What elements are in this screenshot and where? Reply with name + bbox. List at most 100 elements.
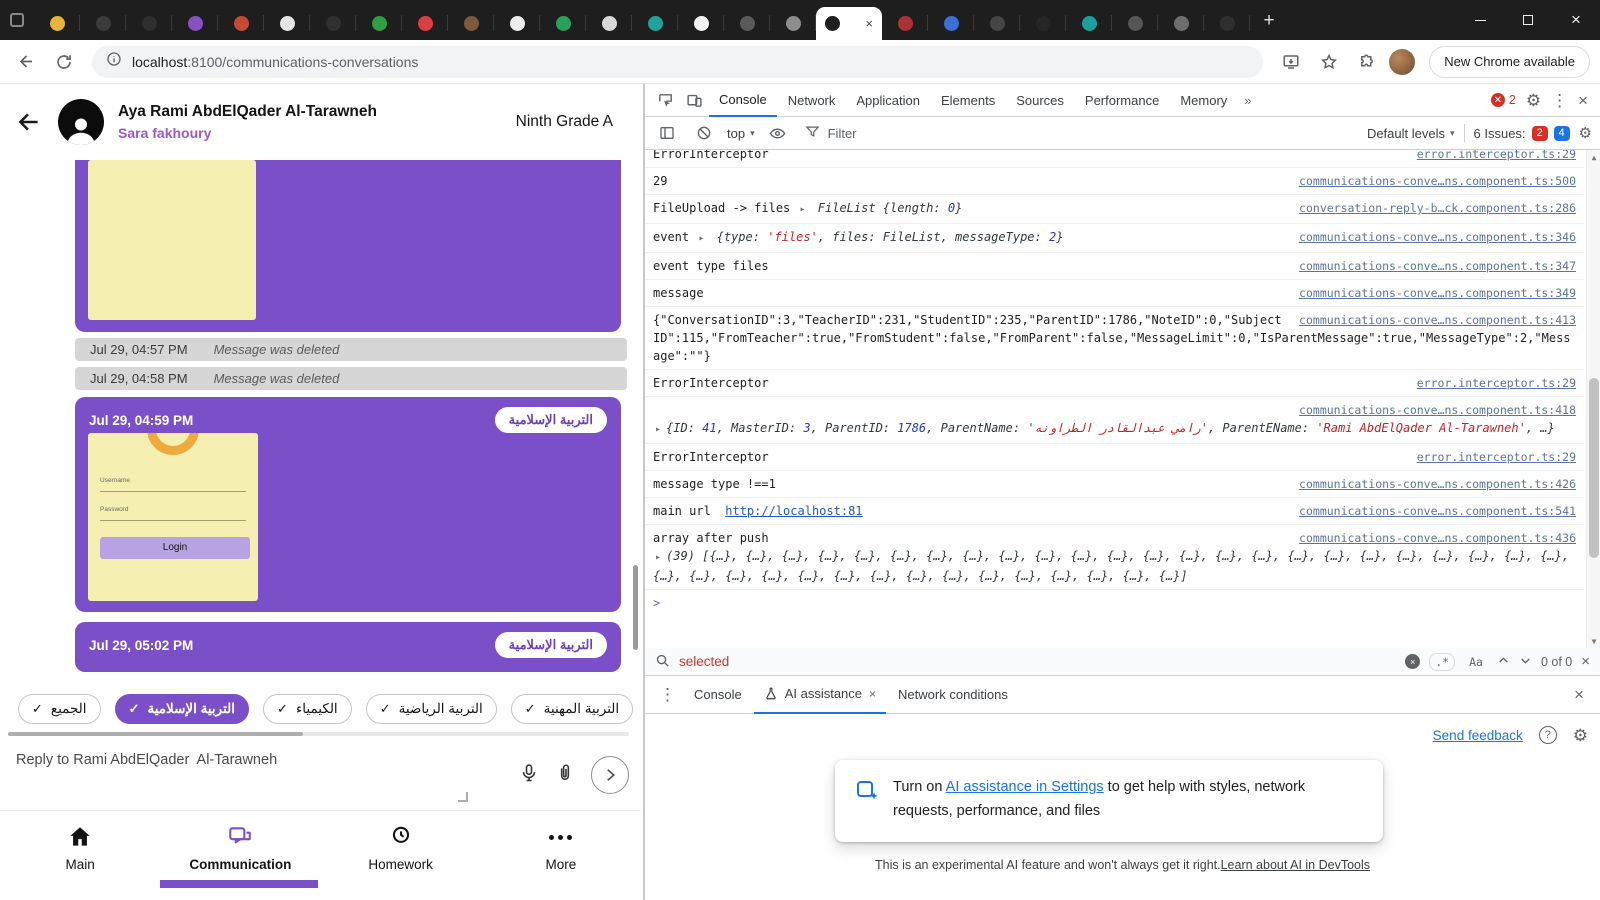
expand-triangle-icon[interactable]: ▸	[655, 552, 661, 563]
chrome-update-pill[interactable]: New Chrome available	[1429, 46, 1590, 78]
issues-counter[interactable]: 6 Issues: 2 4	[1474, 126, 1570, 141]
source-link[interactable]: communications-conve…ns.component.ts:349	[1299, 284, 1576, 302]
inspect-element-icon[interactable]	[651, 86, 679, 114]
browser-tab[interactable]	[1020, 7, 1066, 40]
close-drawer-icon[interactable]: ×	[1574, 686, 1592, 703]
drawer-menu-icon[interactable]: ⋮	[653, 686, 682, 703]
chip-islamic-education[interactable]: ✓ التربية الإسلامية	[115, 694, 249, 724]
browser-tab[interactable]	[356, 7, 402, 40]
back-arrow-icon[interactable]	[14, 107, 44, 137]
chips-scrollbar[interactable]	[8, 728, 633, 738]
close-window-button[interactable]: ×	[1552, 0, 1600, 40]
source-link[interactable]: communications-conve…ns.component.ts:426	[1299, 475, 1576, 493]
tab-network[interactable]: Network	[778, 84, 846, 117]
message-bubble[interactable]: Jul 29, 04:59 PM التربية الإسلامية Usern…	[75, 397, 621, 612]
context-selector[interactable]: top ▾	[727, 126, 755, 141]
live-expression-eye-icon[interactable]	[764, 119, 792, 147]
browser-tab[interactable]	[402, 7, 448, 40]
message-bubble[interactable]	[75, 160, 621, 332]
browser-tab[interactable]	[586, 7, 632, 40]
chat-scrollbar[interactable]	[633, 565, 638, 650]
browser-tab[interactable]	[540, 7, 586, 40]
source-link[interactable]: communications-conve…ns.component.ts:541	[1299, 502, 1576, 520]
install-icon[interactable]	[1275, 46, 1307, 78]
source-link[interactable]: communications-conve…ns.component.ts:500	[1299, 172, 1576, 190]
browser-tab[interactable]	[126, 7, 172, 40]
browser-tab[interactable]	[218, 7, 264, 40]
chip-vocational-education[interactable]: ✓ التربية المهنية	[511, 694, 633, 724]
resize-grip[interactable]	[458, 792, 468, 802]
browser-tab[interactable]	[928, 7, 974, 40]
nav-main[interactable]: Main	[0, 811, 160, 898]
teacher-name[interactable]: Sara fakhoury	[118, 125, 377, 141]
browser-tab[interactable]	[724, 7, 770, 40]
source-link[interactable]: communications-conve…ns.component.ts:436	[1299, 529, 1576, 547]
send-button[interactable]	[591, 756, 629, 794]
devtools-menu-icon[interactable]: ⋮	[1551, 92, 1568, 109]
back-icon[interactable]	[10, 46, 42, 78]
tab-memory[interactable]: Memory	[1170, 84, 1237, 117]
send-feedback-link[interactable]: Send feedback	[1433, 728, 1523, 743]
source-link[interactable]: communications-conve…ns.component.ts:418	[1299, 403, 1576, 417]
drawer-tab-network-conditions[interactable]: Network conditions	[888, 676, 1018, 714]
mic-icon[interactable]	[519, 762, 539, 789]
console-sidebar-icon[interactable]	[653, 119, 681, 147]
browser-tab[interactable]	[80, 7, 126, 40]
devtools-settings-icon[interactable]: ⚙	[1526, 92, 1541, 109]
previous-match-icon[interactable]	[1497, 654, 1510, 670]
error-count-badge[interactable]: ✕ 2	[1491, 93, 1516, 107]
maximize-button[interactable]	[1504, 0, 1552, 40]
console-prompt[interactable]: >	[645, 590, 1584, 616]
browser-tab[interactable]	[34, 7, 80, 40]
message-bubble[interactable]: Jul 29, 05:02 PM التربية الإسلامية	[75, 622, 621, 672]
devtools-close-icon[interactable]: ×	[1578, 92, 1588, 109]
minimize-button[interactable]	[1456, 0, 1504, 40]
expand-triangle-icon[interactable]: ▸	[698, 233, 704, 244]
chip-physical-education[interactable]: ✓ التربية الرياضية	[366, 694, 497, 724]
address-bar[interactable]: localhost:8100/communications-conversati…	[92, 46, 1263, 78]
site-info-icon[interactable]	[106, 51, 122, 72]
reload-icon[interactable]	[48, 46, 80, 78]
close-find-icon[interactable]: ×	[1581, 654, 1590, 669]
console-log[interactable]: error.interceptor.ts:29 ErrorInterceptor…	[645, 150, 1600, 648]
chip-chemistry[interactable]: ✓ الكيمياء	[263, 694, 352, 724]
tab-search-icon[interactable]	[0, 0, 34, 40]
source-link[interactable]: conversation-reply-b…ck.component.ts:286	[1299, 199, 1576, 217]
tab-application[interactable]: Application	[846, 84, 930, 117]
browser-tab[interactable]	[974, 7, 1020, 40]
learn-about-ai-link[interactable]: Learn about AI in DevTools	[1221, 858, 1370, 872]
tab-sources[interactable]: Sources	[1006, 84, 1074, 117]
bookmark-star-icon[interactable]	[1313, 46, 1345, 78]
browser-tab[interactable]	[448, 7, 494, 40]
expand-triangle-icon[interactable]: ▸	[655, 424, 661, 435]
source-link[interactable]: error.interceptor.ts:29	[1417, 374, 1576, 392]
browser-tab[interactable]	[632, 7, 678, 40]
browser-tab[interactable]	[264, 7, 310, 40]
browser-tab[interactable]: ×	[816, 7, 882, 40]
tab-console[interactable]: Console	[709, 84, 777, 117]
next-match-icon[interactable]	[1519, 654, 1532, 670]
ai-settings-gear-icon[interactable]: ⚙	[1573, 727, 1588, 744]
browser-tab[interactable]	[770, 7, 816, 40]
browser-tab[interactable]	[882, 7, 928, 40]
browser-tab[interactable]	[1066, 7, 1112, 40]
source-link[interactable]: error.interceptor.ts:29	[1417, 150, 1576, 163]
source-link[interactable]: communications-conve…ns.component.ts:413	[1299, 311, 1576, 329]
device-toolbar-icon[interactable]	[680, 86, 708, 114]
tab-performance[interactable]: Performance	[1075, 84, 1169, 117]
clear-search-icon[interactable]: ×	[1405, 654, 1420, 669]
close-ai-tab-icon[interactable]: ×	[869, 687, 876, 701]
browser-tab[interactable]	[310, 7, 356, 40]
reply-input[interactable]	[6, 742, 505, 802]
message-image-login[interactable]: Username Password Login	[88, 433, 258, 601]
drawer-tab-console[interactable]: Console	[684, 676, 752, 714]
drawer-tab-ai-assistance[interactable]: AI assistance ×	[754, 676, 886, 714]
help-icon[interactable]: ?	[1539, 726, 1557, 744]
nav-homework[interactable]: Homework	[321, 811, 481, 898]
close-tab-icon[interactable]: ×	[865, 17, 873, 30]
clear-console-icon[interactable]	[690, 119, 718, 147]
attachment-icon[interactable]	[555, 762, 575, 789]
filter-input[interactable]	[828, 126, 1358, 141]
source-link[interactable]: communications-conve…ns.component.ts:346	[1299, 228, 1576, 246]
source-link[interactable]: error.interceptor.ts:29	[1417, 448, 1576, 466]
